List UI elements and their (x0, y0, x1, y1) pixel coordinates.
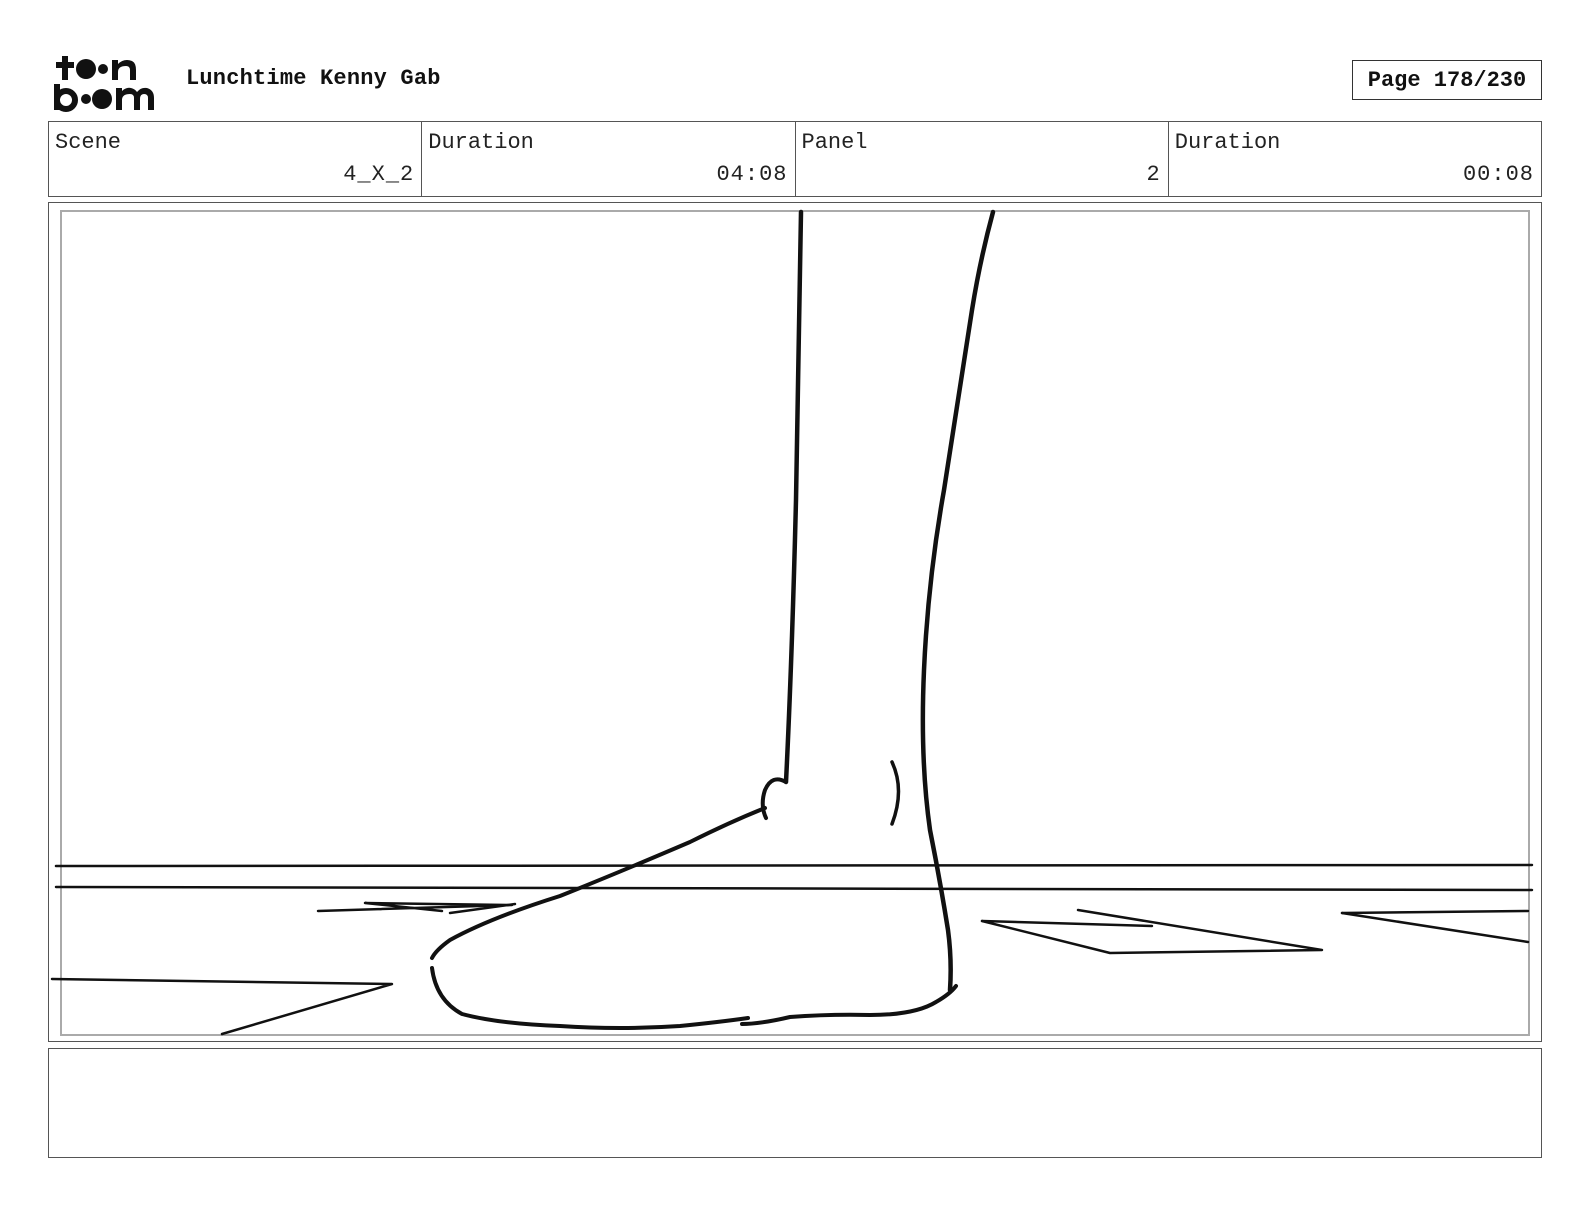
scene-duration-label: Duration (428, 130, 534, 155)
panel-safe-area (60, 210, 1530, 1036)
panel-notes-box (48, 1048, 1542, 1158)
scene-info-row: Scene 4_X_2 Duration 04:08 Panel 2 Durat… (48, 121, 1542, 197)
panel-duration-label: Duration (1174, 130, 1281, 155)
panel-duration-cell: Duration 00:08 (1169, 122, 1541, 196)
panel-label: Panel (801, 130, 868, 155)
scene-cell: Scene 4_X_2 (49, 122, 423, 196)
scene-duration-cell: Duration 04:08 (422, 122, 796, 196)
panel-value: 2 (1146, 162, 1161, 187)
page-number: Page 178/230 (1352, 60, 1542, 100)
panel-duration-value: 00:08 (1462, 162, 1534, 187)
project-title: Lunchtime Kenny Gab (186, 66, 441, 91)
scene-value: 4_X_2 (343, 162, 415, 187)
scene-label: Scene (55, 130, 122, 155)
toon-boom-logo (54, 56, 154, 112)
scene-duration-value: 04:08 (716, 162, 788, 187)
panel-cell: Panel 2 (796, 122, 1169, 196)
